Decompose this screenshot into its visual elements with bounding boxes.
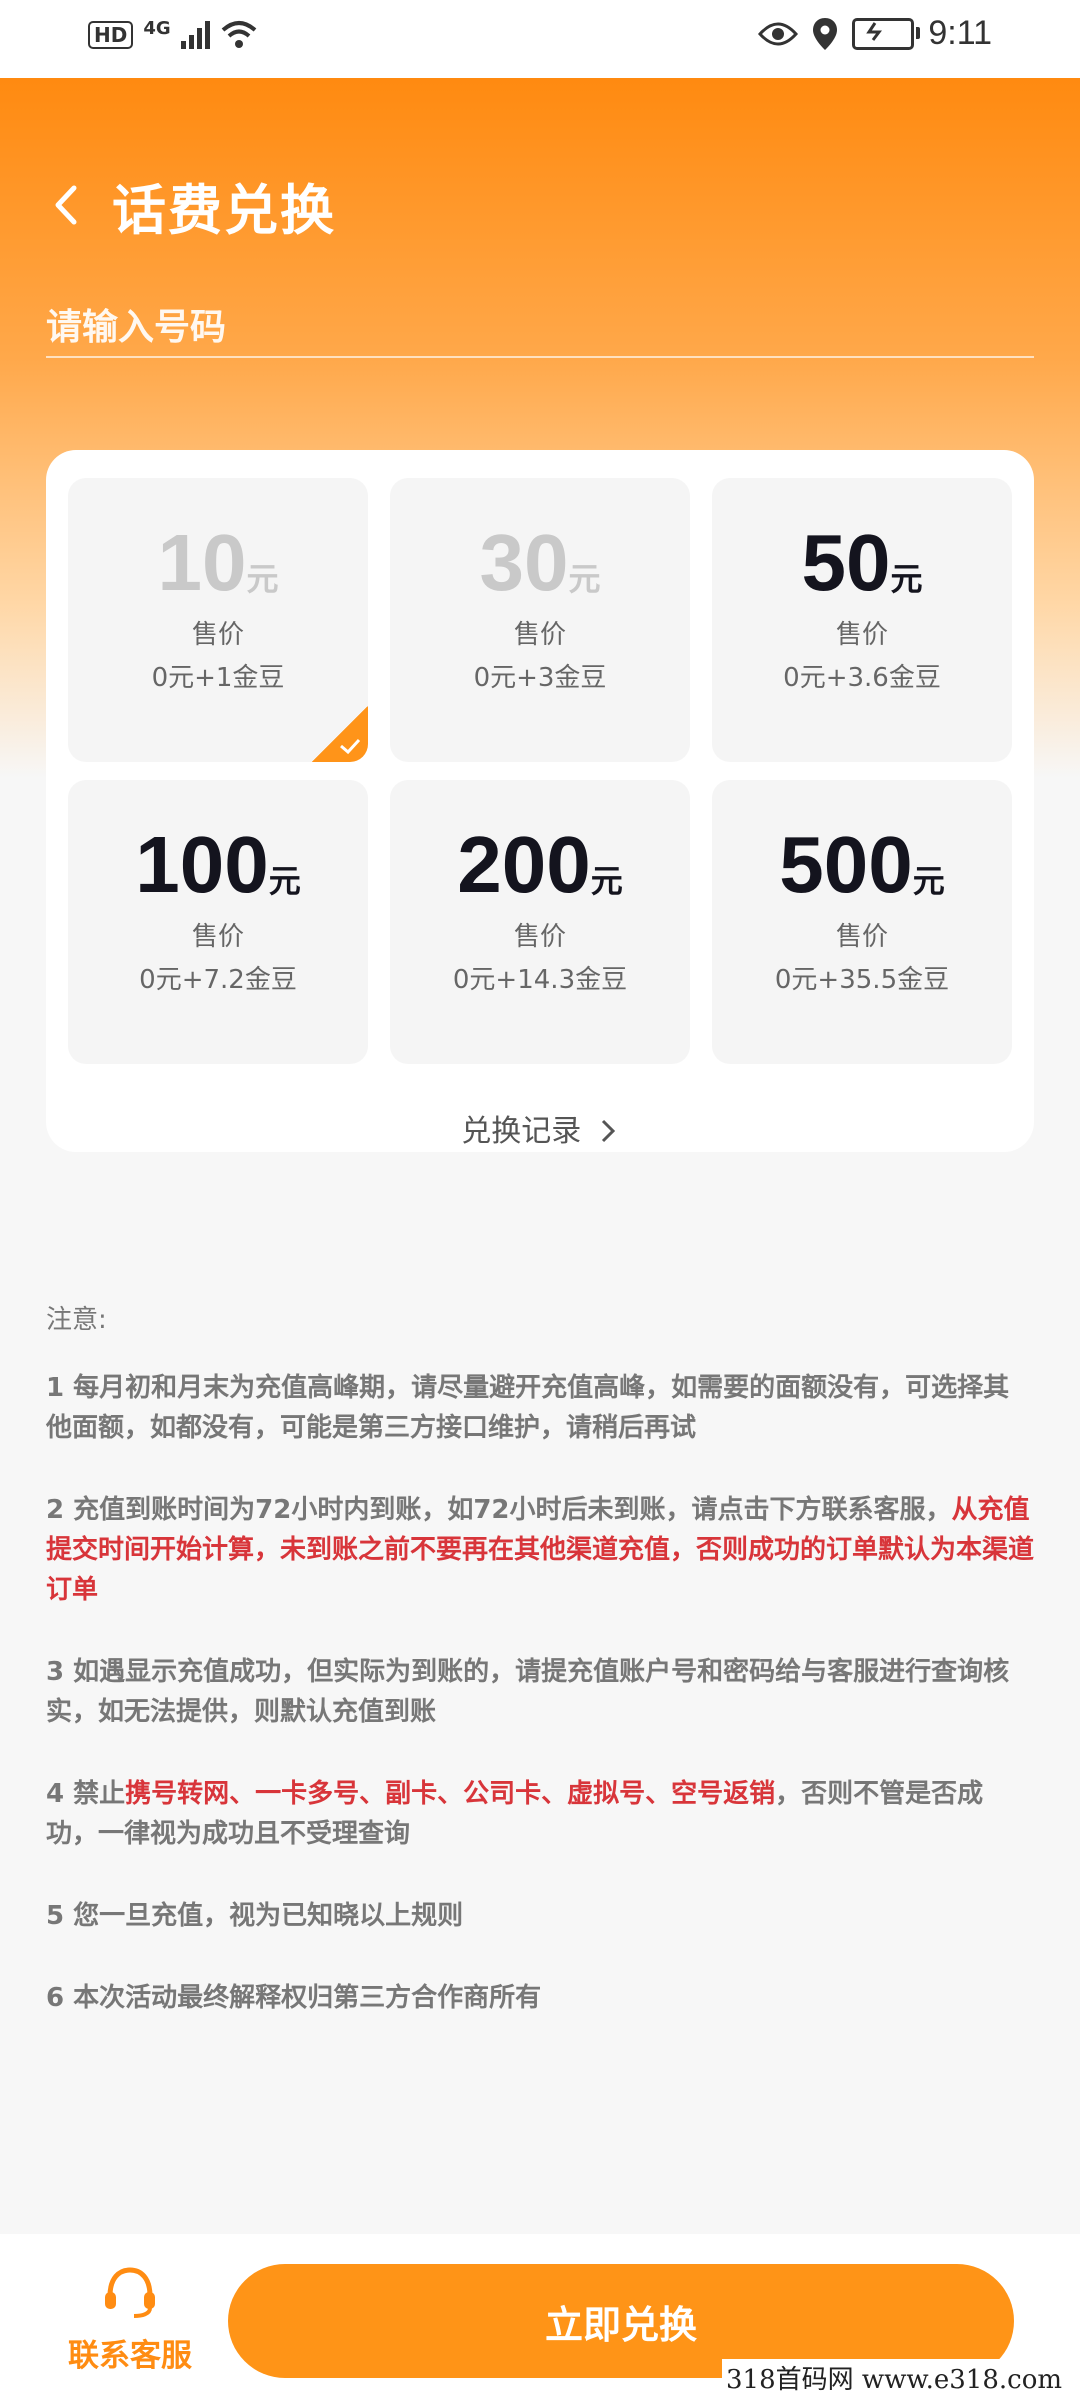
notice-text: 2 充值到账时间为72小时内到账，如72小时后未到账，请点击下方联系客服，	[46, 1495, 952, 1525]
sale-label: 售价	[835, 922, 888, 952]
price-text: 0元+1金豆	[151, 663, 285, 693]
exchange-history-label: 兑换记录	[461, 1114, 582, 1149]
amount-value: 100	[135, 820, 269, 909]
denomination-card-100[interactable]: 100元 售价 0元+7.2金豆	[68, 780, 368, 1064]
notice-item-1: 1 每月初和月末为充值高峰期，请尽量避开充值高峰，如需要的面额没有，可选择其他面…	[46, 1368, 1034, 1448]
price-text: 0元+14.3金豆	[452, 965, 628, 995]
notice-section: 注意: 1 每月初和月末为充值高峰期，请尽量避开充值高峰，如需要的面额没有，可选…	[46, 1300, 1034, 2060]
notice-item-3: 3 如遇显示充值成功，但实际为到账的，请提充值账户号和密码给与客服进行查询核实，…	[46, 1652, 1034, 1732]
amount-unit: 元	[590, 862, 623, 900]
denomination-amount: 500元	[712, 820, 1012, 910]
price-text: 0元+35.5金豆	[774, 965, 950, 995]
denomination-amount: 30元	[390, 518, 690, 608]
watermark: 318首码网 www.e318.com	[722, 2359, 1066, 2396]
notice-text: 1 每月初和月末为充值高峰期，请尽量避开充值高峰，如需要的面额没有，可选择其他面…	[46, 1373, 1010, 1443]
amount-unit: 元	[912, 862, 945, 900]
denomination-panel: 10元 售价 0元+1金豆 30元 售价 0元+3金豆 50元 售价 0元+3.…	[46, 450, 1034, 1152]
denomination-card-30[interactable]: 30元 售价 0元+3金豆	[390, 478, 690, 762]
network-type: 4G	[143, 17, 171, 39]
back-button[interactable]	[46, 170, 94, 240]
notice-warning-text: 携号转网、一卡多号、副卡、公司卡、虚拟号、空号返销	[125, 1779, 776, 1809]
amount-value: 500	[779, 820, 913, 909]
customer-service-label: 联系客服	[68, 2338, 192, 2374]
battery-icon	[852, 17, 921, 50]
status-right: 9:11	[758, 14, 992, 53]
amount-value: 50	[801, 518, 891, 607]
amount-value: 30	[479, 518, 569, 607]
notice-item-4: 4 禁止携号转网、一卡多号、副卡、公司卡、虚拟号、空号返销，否则不管是否成功，一…	[46, 1774, 1034, 1854]
wifi-icon	[221, 21, 256, 48]
denomination-card-10[interactable]: 10元 售价 0元+1金豆	[68, 478, 368, 762]
denomination-amount: 200元	[390, 820, 690, 910]
chevron-right-icon	[601, 1119, 615, 1143]
sale-label: 售价	[191, 620, 244, 650]
amount-value: 10	[157, 518, 247, 607]
denomination-card-200[interactable]: 200元 售价 0元+14.3金豆	[390, 780, 690, 1064]
sale-label: 售价	[191, 922, 244, 952]
checkmark-icon	[340, 738, 361, 755]
sale-label: 售价	[835, 620, 888, 650]
location-icon	[813, 17, 838, 50]
sale-label: 售价	[513, 922, 566, 952]
notice-text: 4 禁止	[46, 1779, 126, 1809]
signal-icon	[180, 21, 210, 49]
headset-icon	[105, 2267, 155, 2318]
selected-marker	[312, 706, 368, 762]
notice-text: 6 本次活动最终解释权归第三方合作商所有	[46, 1983, 542, 2013]
notice-item-2: 2 充值到账时间为72小时内到账，如72小时后未到账，请点击下方联系客服，从充值…	[46, 1490, 1034, 1610]
notice-text: 5 您一旦充值，视为已知晓以上规则	[46, 1901, 464, 1931]
denomination-amount: 100元	[68, 820, 368, 910]
chevron-left-icon	[55, 185, 77, 225]
notice-item-6: 6 本次活动最终解释权归第三方合作商所有	[46, 1978, 1034, 2018]
price-text: 0元+3金豆	[473, 663, 607, 693]
amount-value: 200	[457, 820, 591, 909]
amount-unit: 元	[246, 560, 279, 598]
amount-unit: 元	[568, 560, 601, 598]
denomination-card-500[interactable]: 500元 售价 0元+35.5金豆	[712, 780, 1012, 1064]
amount-unit: 元	[268, 862, 301, 900]
customer-service-button[interactable]: 联系客服	[60, 2264, 200, 2384]
denomination-card-50[interactable]: 50元 售价 0元+3.6金豆	[712, 478, 1012, 762]
status-bar: HD 4G 9:11	[0, 0, 1080, 78]
price-text: 0元+7.2金豆	[139, 965, 297, 995]
page-title: 话费兑换	[112, 179, 336, 242]
notice-title: 注意:	[46, 1305, 107, 1335]
phone-number-input[interactable]	[46, 298, 1034, 358]
clock: 9:11	[928, 14, 992, 52]
notice-item-5: 5 您一旦充值，视为已知晓以上规则	[46, 1896, 1034, 1936]
hd-badge: HD	[88, 21, 134, 49]
price-text: 0元+3.6金豆	[783, 663, 941, 693]
notice-text: 3 如遇显示充值成功，但实际为到账的，请提充值账户号和密码给与客服进行查询核实，…	[46, 1657, 1010, 1727]
eye-icon	[758, 22, 799, 45]
amount-unit: 元	[890, 560, 923, 598]
denomination-amount: 50元	[712, 518, 1012, 608]
exchange-history-link[interactable]: 兑换记录	[46, 1106, 1034, 1150]
denomination-amount: 10元	[68, 518, 368, 608]
sale-label: 售价	[513, 620, 566, 650]
status-left: HD 4G	[88, 17, 257, 50]
